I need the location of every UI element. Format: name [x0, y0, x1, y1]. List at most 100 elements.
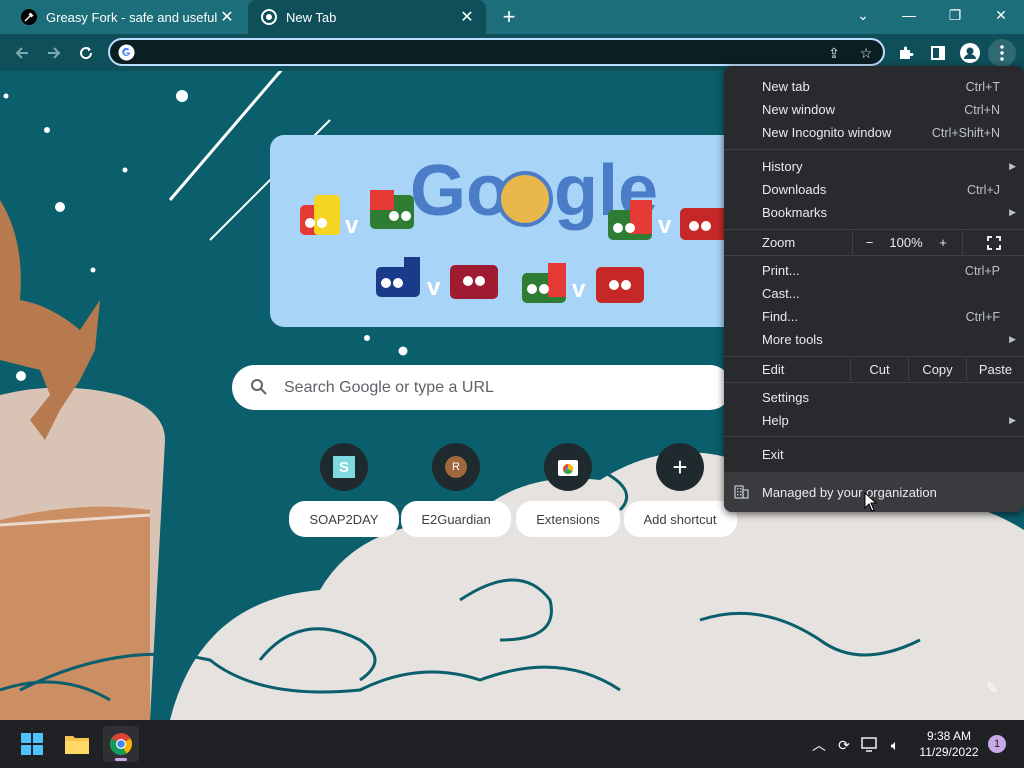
menu-item-new-tab[interactable]: New tab Ctrl+T — [724, 75, 1024, 98]
shortcut-label: Extensions — [516, 501, 620, 537]
menu-label: Zoom — [762, 235, 796, 250]
menu-shortcut: Ctrl+P — [964, 263, 1000, 278]
address-bar[interactable]: ⇪ ☆ — [108, 38, 885, 66]
profile-avatar-icon — [960, 43, 980, 63]
taskbar: ︿ ⟳ 🔈︎ 9:38 AM 11/29/2022 1 — [0, 720, 1024, 768]
volume-icon[interactable]: 🔈︎ — [884, 734, 906, 756]
chrome-icon — [260, 8, 278, 26]
tab-title: New Tab — [286, 9, 337, 25]
chrome-menu-button[interactable] — [988, 39, 1016, 67]
copy-button[interactable]: Copy — [908, 358, 966, 381]
side-panel-button[interactable] — [924, 39, 952, 67]
close-tab-icon[interactable]: ✕ — [218, 8, 236, 26]
menu-divider — [724, 149, 1024, 150]
paste-button[interactable]: Paste — [966, 358, 1024, 381]
menu-item-new-incognito[interactable]: New Incognito window Ctrl+Shift+N — [724, 121, 1024, 144]
reload-button[interactable] — [72, 39, 100, 67]
notification-badge[interactable]: 1 — [988, 735, 1006, 753]
menu-item-help[interactable]: Help ▶ — [724, 409, 1024, 432]
menu-label: Bookmarks — [762, 205, 828, 220]
menu-item-history[interactable]: History ▶ — [724, 155, 1024, 178]
submenu-arrow-icon: ▶ — [1009, 207, 1016, 217]
submenu-arrow-icon: ▶ — [1009, 415, 1016, 425]
back-button[interactable] — [8, 39, 36, 67]
forward-button[interactable] — [40, 39, 68, 67]
google-doodle[interactable]: Google v v v v — [270, 135, 740, 327]
shortcut-soap2day[interactable]: S SOAP2DAY — [289, 443, 399, 537]
menu-label: Exit — [762, 447, 784, 462]
menu-label: History — [762, 159, 803, 174]
svg-text:v: v — [345, 212, 359, 239]
menu-item-new-window[interactable]: New window Ctrl+N — [724, 98, 1024, 121]
e2guardian-favicon-icon: R — [445, 456, 467, 478]
taskbar-clock[interactable]: 9:38 AM 11/29/2022 — [914, 728, 984, 760]
fullscreen-button[interactable] — [962, 231, 1024, 254]
shortcut-e2guardian[interactable]: R E2Guardian — [401, 443, 511, 537]
menu-shortcut: Ctrl+J — [967, 182, 1000, 197]
kebab-menu-icon — [1000, 45, 1004, 61]
shortcut-tile: R — [432, 443, 480, 491]
menu-label: Downloads — [762, 182, 827, 197]
shortcut-label: E2Guardian — [401, 501, 511, 537]
tab-new-tab[interactable]: New Tab ✕ — [248, 0, 486, 34]
share-icon[interactable]: ⇪ — [824, 43, 844, 63]
chrome-taskbar-button[interactable] — [103, 726, 139, 762]
profile-button[interactable] — [956, 39, 984, 67]
zoom-out-button[interactable]: − — [852, 231, 886, 254]
extensions-button[interactable] — [892, 39, 920, 67]
menu-label: Cast... — [762, 286, 800, 301]
fullscreen-icon — [986, 235, 1001, 250]
search-box[interactable]: Search Google or type a URL — [232, 365, 732, 410]
menu-label: Edit — [762, 362, 785, 377]
puzzle-icon — [900, 46, 914, 59]
menu-item-find[interactable]: Find... Ctrl+F — [724, 305, 1024, 328]
customize-pencil-icon[interactable]: ✎ — [980, 676, 1004, 700]
menu-shortcut: Ctrl+Shift+N — [931, 125, 1000, 140]
menu-item-print[interactable]: Print... Ctrl+P — [724, 259, 1024, 282]
menu-item-cast[interactable]: Cast... — [724, 282, 1024, 305]
shortcut-add[interactable]: + Add shortcut — [623, 443, 737, 537]
search-placeholder: Search Google or type a URL — [284, 378, 494, 396]
start-button[interactable] — [14, 726, 50, 762]
minimize-button[interactable]: — — [886, 0, 932, 30]
menu-item-bookmarks[interactable]: Bookmarks ▶ — [724, 201, 1024, 224]
svg-text:v: v — [427, 274, 441, 301]
restore-button[interactable]: ❐ — [932, 0, 978, 30]
menu-item-exit[interactable]: Exit — [724, 443, 1024, 466]
shortcut-extensions[interactable]: Extensions — [516, 443, 620, 537]
close-tab-icon[interactable]: ✕ — [458, 8, 476, 26]
side-panel-icon — [931, 46, 945, 60]
tab-strip: Greasy Fork - safe and useful use ✕ New … — [0, 0, 1024, 34]
menu-shortcut: Ctrl+F — [965, 309, 1000, 324]
sync-alert-icon[interactable]: ⟳ — [833, 734, 855, 756]
tab-greasy-fork[interactable]: Greasy Fork - safe and useful use ✕ — [8, 0, 246, 34]
show-hidden-icons-chevron-icon[interactable]: ︿ — [808, 734, 830, 756]
menu-item-downloads[interactable]: Downloads Ctrl+J — [724, 178, 1024, 201]
bookmark-star-icon[interactable]: ☆ — [856, 43, 876, 63]
file-explorer-button[interactable] — [59, 726, 95, 762]
menu-label: More tools — [762, 332, 823, 347]
network-icon[interactable] — [859, 734, 881, 756]
menu-shortcut: Ctrl+N — [964, 102, 1000, 117]
shortcut-tile — [544, 443, 592, 491]
cut-button[interactable]: Cut — [850, 358, 908, 381]
tab-search-icon[interactable]: ⌄ — [840, 0, 886, 30]
menu-divider — [724, 436, 1024, 437]
menu-label: Help — [762, 413, 789, 428]
menu-row-zoom: Zoom − 100% + — [724, 231, 1024, 254]
windows-logo-icon — [21, 733, 43, 755]
running-indicator — [115, 758, 127, 761]
menu-label: New window — [762, 102, 835, 117]
menu-item-settings[interactable]: Settings — [724, 386, 1024, 409]
menu-divider — [724, 255, 1024, 256]
add-shortcut-plus-icon: + — [656, 443, 704, 491]
menu-item-more-tools[interactable]: More tools ▶ — [724, 328, 1024, 351]
menu-label: New tab — [762, 79, 810, 94]
mouse-cursor-icon — [864, 492, 878, 512]
soap2day-favicon-icon: S — [333, 456, 355, 478]
new-tab-button[interactable]: + — [496, 4, 522, 29]
google-g-icon — [118, 44, 135, 61]
close-window-button[interactable]: ✕ — [978, 0, 1024, 30]
zoom-in-button[interactable]: + — [926, 231, 960, 254]
building-icon — [734, 485, 749, 499]
